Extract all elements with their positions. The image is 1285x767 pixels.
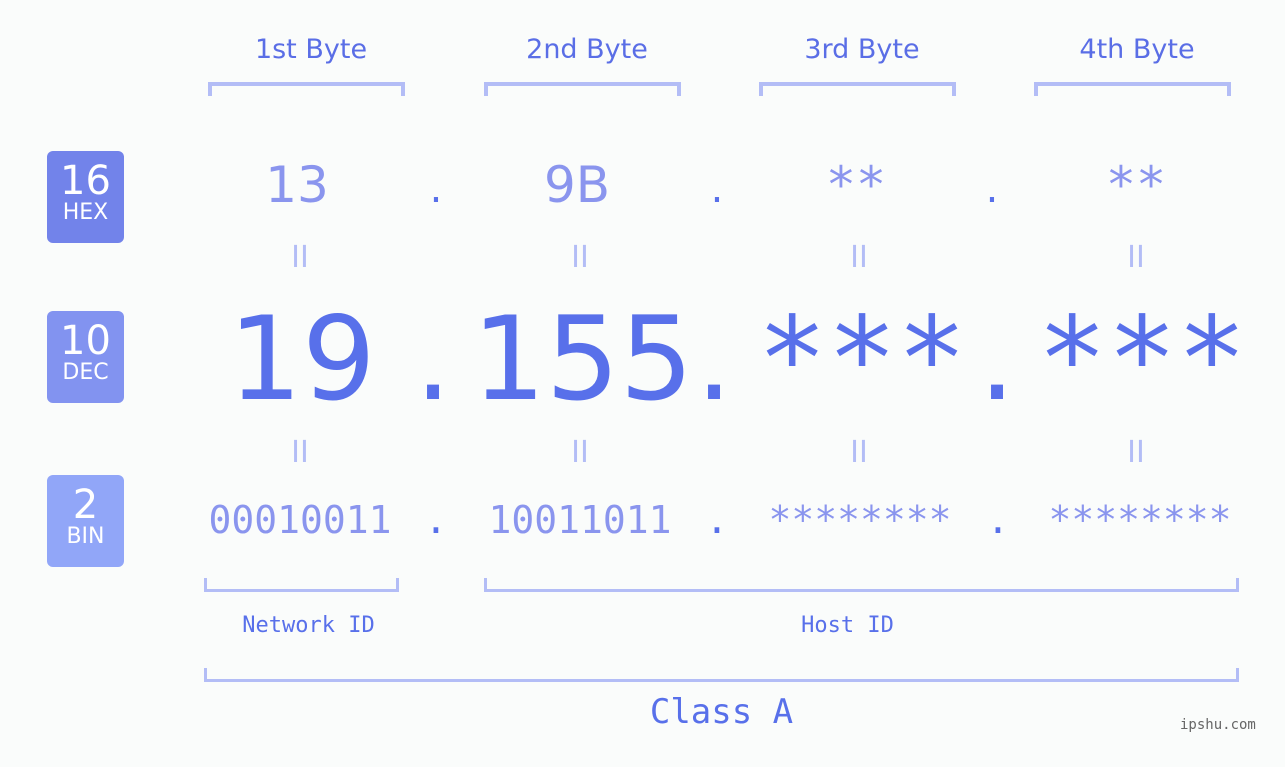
equals-sign: II [1127, 435, 1145, 470]
hex-base-number: 16 [60, 158, 111, 204]
class-bracket [204, 668, 1239, 682]
bin-separator-2: . [705, 498, 729, 542]
host-id-label: Host ID [801, 613, 894, 638]
equals-sign: II [1127, 240, 1145, 275]
bin-byte-2: 10011011 [488, 498, 672, 542]
dec-base-label: DEC [62, 360, 109, 385]
network-id-bracket [204, 578, 399, 592]
bin-badge: 2 BIN [47, 475, 124, 567]
dec-base-number: 10 [60, 318, 111, 364]
dec-separator-3: . [978, 292, 1016, 427]
byte-header-3: 3rd Byte [804, 34, 920, 65]
hex-separator-1: . [429, 166, 443, 212]
dec-byte-2: 155 [472, 292, 694, 427]
dec-separator-2: . [695, 292, 733, 427]
equals-sign: II [291, 435, 309, 470]
hex-badge: 16 HEX [47, 151, 124, 243]
hex-separator-2: . [710, 166, 724, 212]
byte-bracket-1 [208, 82, 405, 96]
hex-base-label: HEX [62, 200, 109, 225]
equals-sign: II [571, 240, 589, 275]
byte-header-4: 4th Byte [1079, 34, 1195, 65]
dec-byte-3: *** [757, 292, 967, 427]
byte-bracket-3 [759, 82, 956, 96]
host-id-bracket [484, 578, 1239, 592]
bin-base-number: 2 [72, 482, 99, 528]
bin-byte-1: 00010011 [208, 498, 392, 542]
byte-bracket-4 [1034, 82, 1231, 96]
class-label: Class A [649, 692, 794, 732]
equals-sign: II [571, 435, 589, 470]
network-id-label: Network ID [242, 613, 375, 638]
hex-byte-2: 9B [543, 156, 611, 214]
dec-separator-1: . [414, 292, 452, 427]
byte-bracket-2 [484, 82, 681, 96]
bin-base-label: BIN [66, 524, 105, 549]
dec-byte-4: *** [1037, 292, 1247, 427]
hex-separator-3: . [985, 166, 999, 212]
hex-byte-1: 13 [265, 156, 329, 214]
bin-separator-3: . [986, 498, 1010, 542]
dec-badge: 10 DEC [47, 311, 124, 403]
dec-byte-1: 19 [228, 292, 376, 427]
bin-byte-4: ******** [1048, 498, 1232, 542]
equals-sign: II [850, 435, 868, 470]
equals-sign: II [291, 240, 309, 275]
byte-header-1: 1st Byte [254, 34, 368, 65]
equals-sign: II [850, 240, 868, 275]
hex-byte-3: ** [825, 156, 887, 214]
watermark: ipshu.com [1180, 717, 1256, 733]
hex-byte-4: ** [1105, 156, 1167, 214]
byte-header-2: 2nd Byte [526, 34, 648, 65]
bin-separator-1: . [424, 498, 448, 542]
bin-byte-3: ******** [768, 498, 952, 542]
